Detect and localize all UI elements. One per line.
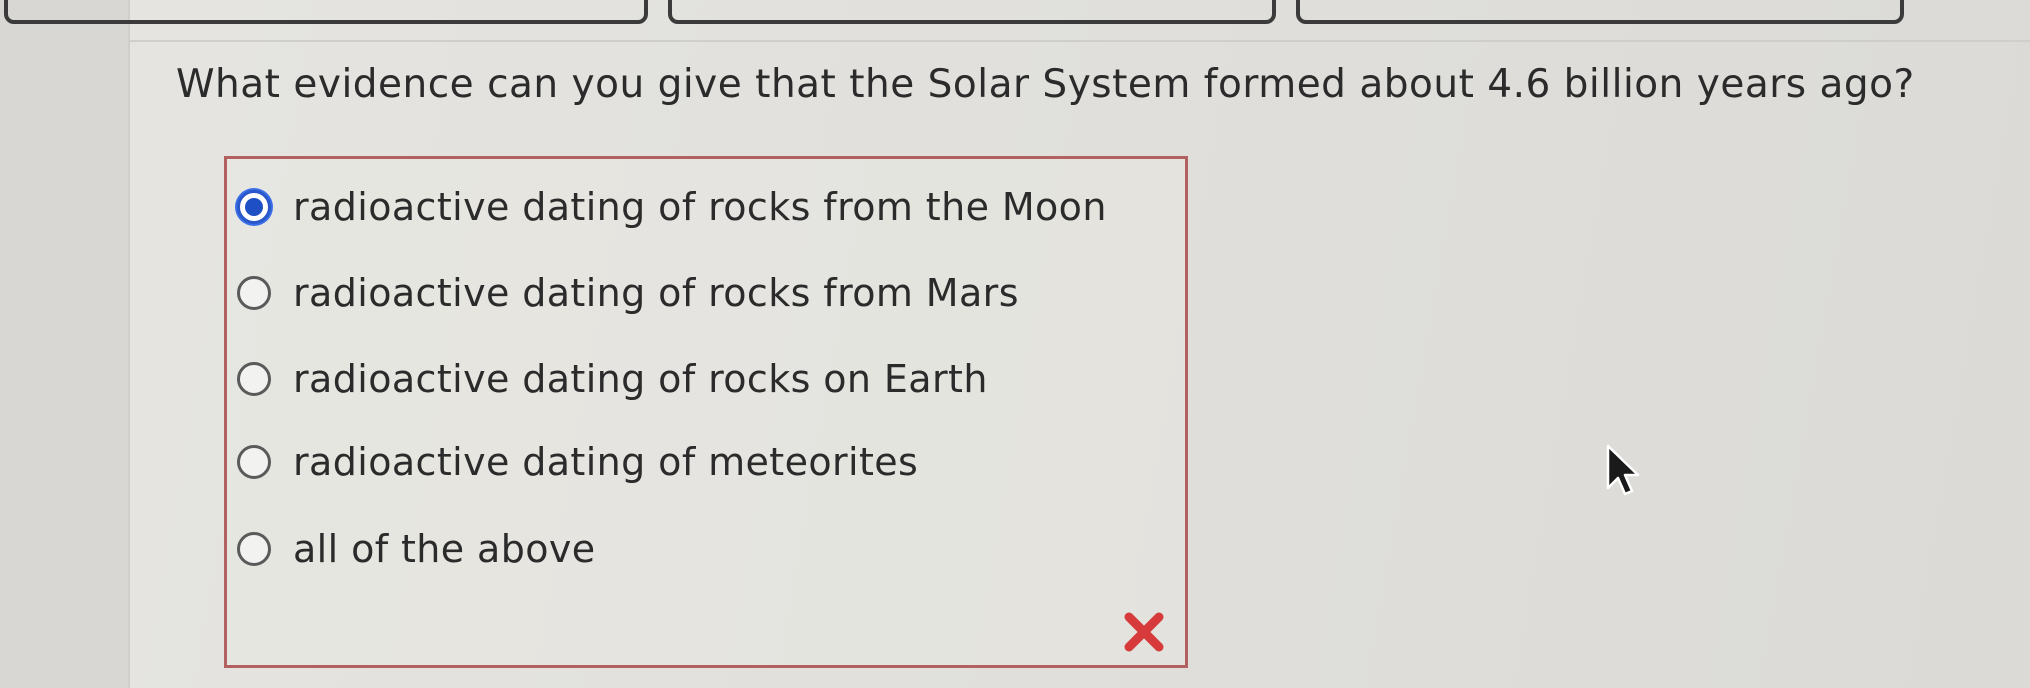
left-panel-edge	[0, 0, 130, 688]
radio-button[interactable]	[237, 445, 271, 479]
top-tab-1[interactable]	[4, 0, 648, 24]
option-label: all of the above	[293, 527, 596, 571]
top-tab-3[interactable]	[1296, 0, 1904, 24]
option-label: radioactive dating of meteorites	[293, 440, 919, 484]
option-earth[interactable]: radioactive dating of rocks on Earth	[237, 357, 988, 401]
top-tab-2[interactable]	[668, 0, 1276, 24]
option-label: radioactive dating of rocks from the Moo…	[293, 185, 1107, 229]
answer-choices-box: radioactive dating of rocks from the Moo…	[224, 156, 1188, 668]
divider	[128, 40, 2030, 42]
mouse-pointer-icon	[1606, 444, 1640, 496]
radio-button[interactable]	[237, 362, 271, 396]
option-label: radioactive dating of rocks on Earth	[293, 357, 988, 401]
radio-button-selected[interactable]	[237, 190, 271, 224]
radio-button[interactable]	[237, 276, 271, 310]
question-text: What evidence can you give that the Sola…	[176, 62, 1915, 107]
option-label: radioactive dating of rocks from Mars	[293, 271, 1019, 315]
radio-button[interactable]	[237, 532, 271, 566]
option-all-of-the-above[interactable]: all of the above	[237, 527, 596, 571]
option-mars[interactable]: radioactive dating of rocks from Mars	[237, 271, 1019, 315]
option-meteorites[interactable]: radioactive dating of meteorites	[237, 440, 918, 484]
x-mark-icon	[1124, 612, 1164, 652]
option-moon[interactable]: radioactive dating of rocks from the Moo…	[237, 185, 1107, 229]
